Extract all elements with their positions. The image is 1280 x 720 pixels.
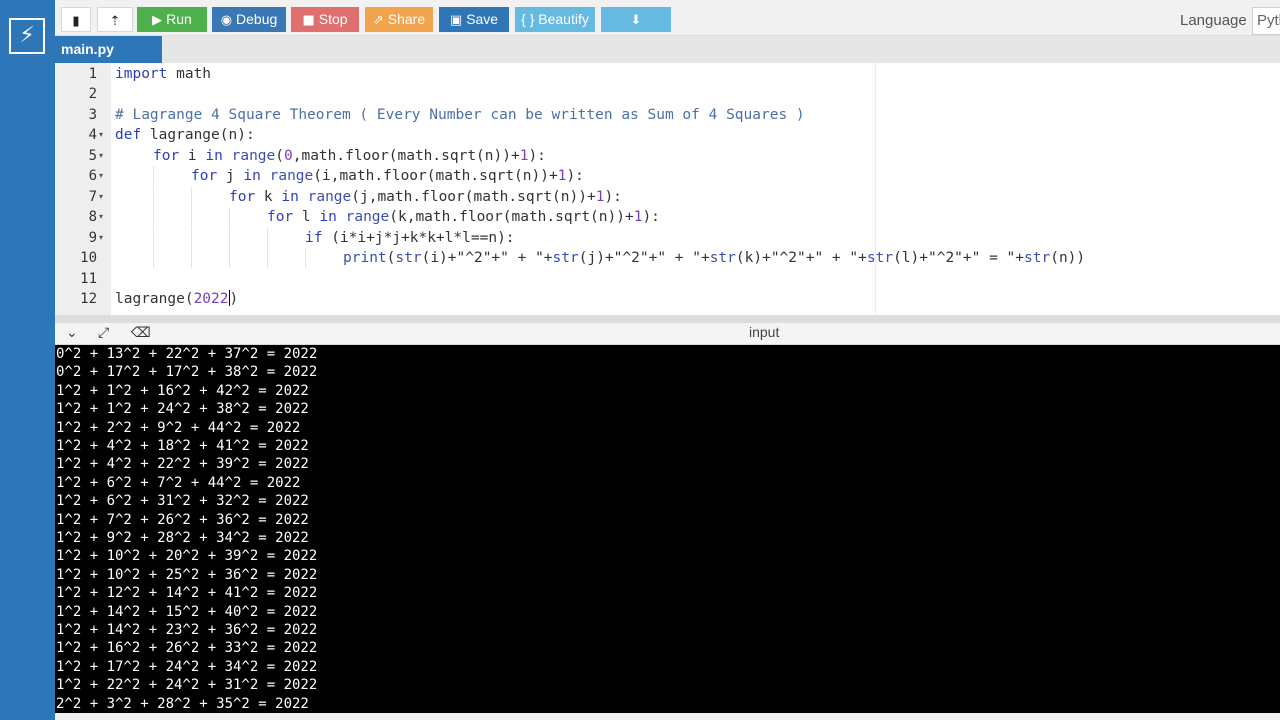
code-line: 7 ▾ for k in range(j,math.floor(math.sqr…	[55, 187, 1280, 207]
output-line: 1^2 + 12^2 + 14^2 + 41^2 = 2022	[56, 585, 318, 602]
language-select[interactable]: Python 3	[1252, 7, 1280, 35]
beautify-button[interactable]: { } Beautify	[515, 7, 595, 32]
language-label: Language	[1180, 12, 1247, 29]
output-line: 1^2 + 10^2 + 25^2 + 36^2 = 2022	[56, 566, 318, 583]
stop-icon: ■	[302, 13, 315, 28]
panel-splitter[interactable]	[55, 315, 1280, 323]
output-line: 1^2 + 14^2 + 23^2 + 36^2 = 2022	[56, 622, 318, 638]
upload-icon: ⇡	[109, 14, 121, 29]
play-icon: ▶	[152, 13, 163, 28]
fold-arrow-icon[interactable]: ▾	[99, 228, 103, 248]
code-text: lagrange(2022)	[115, 290, 239, 307]
output-line: 1^2 + 22^2 + 24^2 + 31^2 = 2022	[56, 677, 318, 694]
toolbar: ▮ ⇡ ▶ Run ◉ Debug ■ Stop ⇗ Share ▣ Save { } B…	[55, 0, 1280, 36]
line-number: 11	[80, 271, 97, 287]
output-line: 1^2 + 10^2 + 20^2 + 39^2 = 2022	[56, 548, 318, 565]
save-icon: ▣	[449, 13, 463, 28]
output-line: 1^2 + 4^2 + 18^2 + 41^2 = 2022	[56, 438, 309, 454]
output-line: 1^2 + 6^2 + 31^2 + 32^2 = 2022	[56, 493, 309, 510]
code-text: import math	[115, 66, 212, 82]
code-comment: # Lagrange 4 Square Theorem ( Every Numb…	[115, 107, 805, 123]
output-terminal[interactable]: 0^2 + 13^2 + 22^2 + 37^2 = 2022 0^2 + 17…	[55, 345, 1280, 713]
fold-arrow-icon[interactable]: ▾	[99, 146, 103, 166]
line-number: 12	[80, 291, 97, 307]
code-line: 9 ▾ if (i*i+j*j+k*k+l*l==n):	[55, 228, 1280, 248]
line-number: 2	[88, 86, 97, 102]
new-file-button[interactable]: ▮	[61, 7, 91, 32]
output-line: 1^2 + 14^2 + 15^2 + 40^2 = 2022	[56, 603, 318, 620]
line-number: 3	[88, 107, 97, 123]
line-number: 5	[88, 148, 97, 164]
fold-arrow-icon[interactable]: ▾	[99, 166, 103, 186]
share-button[interactable]: ⇗ Share	[365, 7, 433, 32]
fold-arrow-icon[interactable]: ▾	[99, 125, 103, 145]
output-line: 0^2 + 17^2 + 17^2 + 38^2 = 2022	[56, 364, 318, 381]
code-line: 3 # Lagrange 4 Square Theorem ( Every Nu…	[55, 105, 1280, 125]
code-text: for k in range(j,math.floor(math.sqrt(n)…	[229, 189, 622, 205]
run-label: Run	[166, 11, 192, 27]
output-line: 0^2 + 13^2 + 22^2 + 37^2 = 2022	[56, 346, 318, 362]
stop-label: Stop	[318, 11, 348, 27]
output-line: 2^2 + 3^2 + 28^2 + 35^2 = 2022	[56, 695, 309, 712]
code-line: 6 ▾ for j in range(i,math.floor(math.sqr…	[55, 166, 1280, 186]
code-line: 5 ▾ for i in range(0,math.floor(math.sqr…	[55, 146, 1280, 166]
code-editor[interactable]: 1 import math 2 3 # Lagrange 4 Square Th…	[55, 63, 1280, 315]
output-line: 1^2 + 17^2 + 24^2 + 34^2 = 2022	[56, 658, 318, 675]
share-label: Share	[387, 11, 426, 27]
code-line: 8 ▾ for l in range(k,math.floor(math.sqr…	[55, 207, 1280, 227]
code-text: for j in range(i,math.floor(math.sqrt(n)…	[191, 168, 584, 184]
output-title: input	[749, 324, 780, 340]
file-tab-bar: main.py	[55, 36, 1280, 63]
output-line: 1^2 + 1^2 + 24^2 + 38^2 = 2022	[56, 401, 309, 418]
code-line: 12 lagrange(2022)	[55, 289, 1280, 309]
beautify-label: { } Beautify	[521, 11, 589, 27]
code-line: 2	[55, 84, 1280, 104]
run-button[interactable]: ▶ Run	[137, 7, 207, 32]
clear-output-icon[interactable]: ⌫	[131, 325, 151, 341]
output-line: 1^2 + 6^2 + 7^2 + 44^2 = 2022	[56, 474, 301, 491]
output-line: 1^2 + 2^2 + 9^2 + 44^2 = 2022	[56, 419, 301, 436]
line-number: 6	[88, 168, 97, 184]
lightning-logo-icon[interactable]: ⚡	[9, 18, 45, 54]
code-text: if (i*i+j*j+k*k+l*l==n):	[305, 230, 515, 246]
output-line: 1^2 + 1^2 + 16^2 + 42^2 = 2022	[56, 382, 309, 399]
code-line: 1 import math	[55, 64, 1280, 84]
code-text: for i in range(0,math.floor(math.sqrt(n)…	[153, 148, 546, 164]
line-number: 9	[88, 230, 97, 246]
output-header: ⌄ ⤢ ⌫ input	[55, 323, 1280, 345]
code-line: 4 ▾ def lagrange(n):	[55, 125, 1280, 145]
code-text: print(str(i)+"^2"+" + "+str(j)+"^2"+" + …	[343, 250, 1086, 266]
output-line: 1^2 + 16^2 + 26^2 + 33^2 = 2022	[56, 640, 318, 657]
file-icon: ▮	[72, 14, 80, 29]
debug-icon: ◉	[220, 13, 233, 28]
chevron-down-icon[interactable]: ⌄	[66, 325, 78, 341]
output-line: 1^2 + 9^2 + 28^2 + 34^2 = 2022	[56, 530, 309, 546]
fold-arrow-icon[interactable]: ▾	[99, 187, 103, 207]
line-number: 8	[88, 209, 97, 225]
code-line: 10 print(str(i)+"^2"+" + "+str(j)+"^2"+"…	[55, 248, 1280, 268]
upload-button[interactable]: ⇡	[97, 7, 133, 32]
download-button[interactable]: ⬇	[601, 7, 671, 32]
save-label: Save	[466, 11, 499, 27]
bottom-edge	[55, 713, 1280, 720]
expand-icon[interactable]: ⤢	[98, 325, 109, 341]
code-text: for l in range(k,math.floor(math.sqrt(n)…	[267, 209, 660, 225]
download-icon: ⬇	[630, 13, 642, 28]
tab-main-py[interactable]: main.py	[55, 36, 162, 63]
share-icon: ⇗	[372, 13, 384, 28]
output-line: 1^2 + 4^2 + 22^2 + 39^2 = 2022	[56, 456, 309, 473]
line-number: 7	[88, 189, 97, 205]
left-rail: ⚡	[0, 0, 55, 720]
line-number: 1	[88, 66, 97, 82]
stop-button[interactable]: ■ Stop	[291, 7, 359, 32]
save-button[interactable]: ▣ Save	[439, 7, 509, 32]
line-number: 4	[88, 127, 97, 143]
debug-button[interactable]: ◉ Debug	[212, 7, 286, 32]
line-number: 10	[80, 250, 97, 266]
code-line: 11	[55, 269, 1280, 289]
fold-arrow-icon[interactable]: ▾	[99, 207, 103, 227]
output-line: 1^2 + 7^2 + 26^2 + 36^2 = 2022	[56, 511, 309, 528]
code-text: def lagrange(n):	[115, 127, 255, 143]
debug-label: Debug	[236, 11, 278, 27]
